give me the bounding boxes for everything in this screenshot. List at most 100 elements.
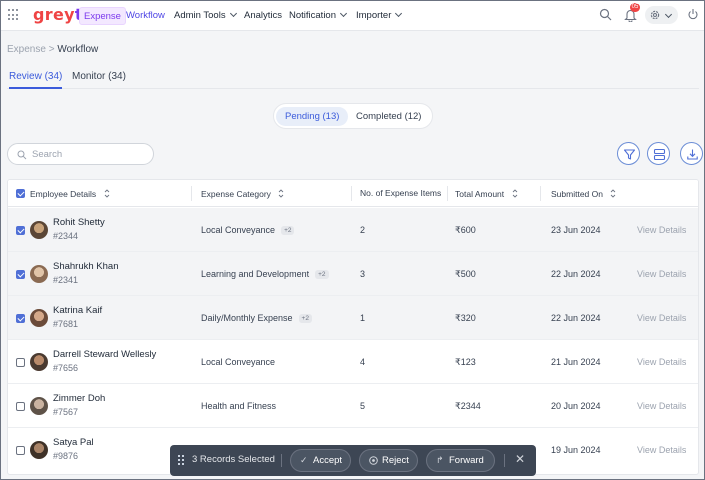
expense-count: 2 [360, 225, 366, 235]
divider [281, 454, 282, 467]
forward-icon: ↱ [436, 455, 444, 465]
settings-menu[interactable] [645, 6, 678, 24]
header-submitted[interactable]: Submitted On [551, 188, 616, 199]
completed-toggle[interactable]: Completed (12) [347, 107, 430, 126]
accept-button[interactable]: ✓ Accept [290, 449, 351, 472]
check-icon: ✓ [300, 455, 308, 465]
expense-category: Daily/Monthly Expense +2 [201, 313, 312, 324]
submitted-date: 23 Jun 2024 [551, 225, 601, 235]
employee-name: Satya Pal [53, 437, 94, 448]
header-employee-label: Employee Details [30, 189, 97, 199]
employee-id: #9876 [53, 451, 79, 461]
breadcrumb-parent[interactable]: Expense [7, 44, 46, 55]
nav-importer[interactable]: Importer [356, 7, 403, 25]
employee-id: #2341 [53, 275, 79, 285]
nav-admin-tools-label: Admin Tools [174, 10, 226, 21]
column-divider [351, 186, 352, 201]
table-row[interactable]: Katrina Kaif #7681 Daily/Monthly Expense… [8, 296, 698, 340]
header-category-label: Expense Category [201, 189, 271, 199]
chevron-down-icon [229, 9, 237, 18]
download-button[interactable] [680, 142, 703, 165]
more-categories-badge[interactable]: +2 [298, 314, 312, 323]
layout-button[interactable] [647, 142, 670, 165]
table-row[interactable]: Darrell Steward Wellesly #7656 Local Con… [8, 340, 698, 384]
close-icon[interactable]: ✕ [515, 452, 525, 466]
row-checkbox[interactable] [16, 446, 25, 455]
download-icon [687, 149, 698, 160]
status-toggle: Pending (13) Completed (12) [273, 103, 433, 129]
forward-button[interactable]: ↱ Forward [426, 449, 495, 472]
employee-id: #2344 [53, 231, 79, 241]
pending-toggle[interactable]: Pending (13) [276, 107, 349, 126]
sort-icon [512, 189, 517, 198]
expense-table: Employee Details Expense Category No. of… [7, 179, 699, 475]
filter-icon [623, 149, 636, 160]
chevron-down-icon [395, 9, 403, 18]
row-checkbox[interactable] [16, 270, 25, 279]
app-window: greyt Expense Workflow Admin Tools Analy… [0, 0, 705, 480]
sort-icon [104, 189, 109, 198]
nav-workflow[interactable]: Workflow [126, 7, 165, 25]
total-amount: ₹2344 [455, 401, 481, 411]
employee-id: #7567 [53, 407, 79, 417]
more-categories-badge[interactable]: +2 [281, 226, 295, 235]
greyt-logo[interactable]: greyt [33, 5, 83, 24]
row-checkbox[interactable] [16, 402, 25, 411]
reject-button[interactable]: Reject [359, 449, 418, 472]
header-count: No. of Expense Items [360, 188, 442, 198]
avatar [30, 353, 48, 371]
search-input[interactable] [32, 147, 147, 162]
search-icon [17, 150, 27, 160]
header-category[interactable]: Expense Category [201, 188, 284, 199]
filter-button[interactable] [617, 142, 640, 165]
table-row[interactable]: Shahrukh Khan #2341 Learning and Develop… [8, 252, 698, 296]
row-checkbox[interactable] [16, 226, 25, 235]
expense-category: Learning and Development +2 [201, 269, 329, 280]
divider [504, 454, 505, 467]
row-checkbox[interactable] [16, 358, 25, 367]
accept-label: Accept [313, 455, 343, 466]
select-all-checkbox[interactable] [16, 189, 25, 198]
table-row[interactable]: Rohit Shetty #2344 Local Conveyance +2 2 … [8, 208, 698, 252]
gear-icon [650, 10, 660, 20]
submitted-date: 21 Jun 2024 [551, 357, 601, 367]
expense-count: 5 [360, 401, 366, 411]
nav-notification-label: Notification [289, 10, 336, 21]
view-details-link[interactable]: View Details [637, 445, 686, 455]
view-details-link[interactable]: View Details [637, 269, 686, 279]
header-employee[interactable]: Employee Details [30, 188, 110, 199]
expense-count: 3 [360, 269, 366, 279]
tab-monitor[interactable]: Monitor (34) [72, 71, 126, 83]
avatar [30, 397, 48, 415]
header-amount[interactable]: Total Amount [455, 188, 518, 199]
header-amount-label: Total Amount [455, 189, 505, 199]
search-icon[interactable] [599, 8, 612, 21]
table-row[interactable]: Zimmer Doh #7567 Health and Fitness 5 ₹2… [8, 384, 698, 428]
view-details-link[interactable]: View Details [637, 313, 686, 323]
sort-icon [611, 189, 616, 198]
header-submitted-label: Submitted On [551, 189, 603, 199]
nav-analytics[interactable]: Analytics [244, 7, 282, 25]
total-amount: ₹123 [455, 357, 476, 367]
column-divider [447, 186, 448, 201]
view-details-link[interactable]: View Details [637, 401, 686, 411]
view-details-link[interactable]: View Details [637, 225, 686, 235]
row-checkbox[interactable] [16, 314, 25, 323]
power-icon[interactable] [687, 8, 699, 21]
expense-category-label: Local Conveyance [201, 225, 276, 235]
drag-handle-icon[interactable] [178, 455, 184, 465]
table-header: Employee Details Expense Category No. of… [8, 180, 698, 207]
nav-notification[interactable]: Notification [289, 7, 348, 25]
expense-count: 1 [360, 313, 366, 323]
submitted-date: 19 Jun 2024 [551, 445, 601, 455]
nav-admin-tools[interactable]: Admin Tools [174, 7, 237, 25]
nav-expense[interactable]: Expense [79, 7, 126, 25]
tab-review[interactable]: Review (34) [9, 71, 63, 89]
view-details-link[interactable]: View Details [637, 357, 686, 367]
expense-category-label: Learning and Development [201, 269, 310, 279]
employee-id: #7681 [53, 319, 79, 329]
chevron-down-icon [339, 9, 348, 18]
apps-grid-icon[interactable] [8, 9, 20, 21]
more-categories-badge[interactable]: +2 [315, 270, 329, 279]
breadcrumb: Expense > Workflow [7, 44, 98, 55]
